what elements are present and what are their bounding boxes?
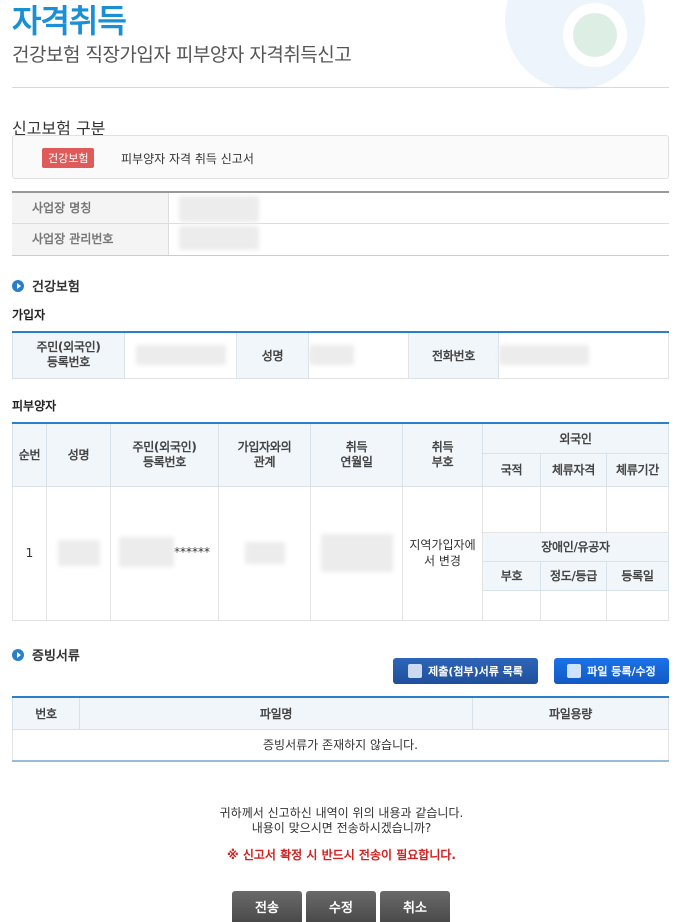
bullet-arrow-icon [12,279,24,292]
dep-grade-header: 정도/등급 [540,560,607,591]
cancel-button[interactable]: 취소 [380,891,450,922]
dep-relation-value [218,485,311,621]
dep-rrn-header: 주민(외국인) 등록번호 [110,422,219,487]
subscriber-phone-header: 전화번호 [408,331,499,379]
dep-stay-period-header: 체류기간 [606,452,669,487]
bullet-arrow-icon [12,648,24,661]
dep-seq-header: 순번 [12,422,47,487]
dep-stay-status-header: 체류자격 [540,452,607,487]
category-text: 피부양자 자격 취득 신고서 [121,152,254,166]
insurance-category-box: 건강보험 피부양자 자격 취득 신고서 [12,135,669,179]
evidence-table: 번호 파일명 파일용량 증빙서류가 존재하지 않습니다. [12,696,669,762]
dep-stay-period-value [606,485,669,533]
subscriber-name-value [308,331,409,379]
confirm-line-2: 내용이 맞으시면 전송하시겠습니까? [251,821,432,835]
dep-disability-header: 장애인/유공자 [482,531,669,562]
send-button[interactable]: 전송 [232,891,302,922]
page-header: 자격취득 건강보험 직장가입자 피부양자 자격취득신고 [0,0,683,90]
dep-acqcode-value: 지역가입자에서 변경 [402,485,483,621]
evidence-heading: 증빙서류 [12,645,80,664]
submitted-docs-list-label: 제출(첨부)서류 목록 [428,665,523,678]
dep-acqcode-header: 취득 부호 [402,422,483,487]
business-mgmt-row: 사업장 관리번호 [12,224,669,255]
page-subtitle: 건강보험 직장가입자 피부양자 자격취득신고 [12,44,352,66]
evidence-file-header: 파일명 [79,696,473,730]
dependent-heading: 피부양자 [12,399,57,413]
dep-code-value [482,589,541,621]
header-decoration-icon [505,0,645,90]
dep-seq-value: 1 [12,485,47,621]
confirm-warning: ※ 신고서 확정 시 반드시 전송이 필요합니다. [227,848,456,862]
submitted-docs-list-button[interactable]: 제출(첨부)서류 목록 [393,658,538,684]
page-title: 자격취득 [12,2,127,40]
subscriber-heading: 가입자 [12,308,46,322]
dependent-table: 순번 성명 주민(외국인) 등록번호 가입자와의 관계 취득 연월일 취득 부호… [12,422,669,621]
dep-nationality-header: 국적 [482,452,541,487]
dep-rrn-value: ****** [110,485,219,621]
dep-name-header: 성명 [46,422,111,487]
dep-regdate-value [606,589,669,621]
dep-stay-status-value [540,485,607,533]
health-heading-label: 건강보험 [32,280,80,295]
business-name-label: 사업장 명칭 [12,193,169,223]
business-info-table: 사업장 명칭 사업장 관리번호 [12,191,669,256]
edit-button[interactable]: 수정 [306,891,376,922]
upload-icon [567,664,582,678]
subscriber-table: 주민(외국인) 등록번호 성명 전화번호 [12,331,669,379]
business-name-row: 사업장 명칭 [12,193,669,224]
evidence-heading-label: 증빙서류 [32,649,80,664]
dep-grade-value [540,589,607,621]
document-list-icon [408,664,423,678]
evidence-no-header: 번호 [12,696,80,730]
dep-name-value [46,485,111,621]
evidence-empty-message: 증빙서류가 존재하지 않습니다. [12,728,669,762]
dep-rrn-masked: ****** [174,544,210,559]
dep-acqdate-header: 취득 연월일 [310,422,403,487]
business-mgmt-value [169,224,669,255]
subscriber-rrn-header: 주민(외국인) 등록번호 [12,331,125,379]
subscriber-name-header: 성명 [236,331,309,379]
insurance-badge: 건강보험 [42,148,95,168]
business-mgmt-label: 사업장 관리번호 [12,224,169,255]
dep-acqdate-value [310,485,403,621]
dep-code-header: 부호 [482,560,541,591]
header-divider [12,87,669,88]
dep-relation-header: 가입자와의 관계 [218,422,311,487]
file-upload-button[interactable]: 파일 등록/수정 [554,658,669,684]
evidence-size-header: 파일용량 [472,696,669,730]
health-insurance-heading: 건강보험 [12,276,80,295]
subscriber-rrn-value [124,331,237,379]
subscriber-phone-value [498,331,669,379]
dep-foreigner-header: 외국인 [482,422,669,454]
business-name-value [169,193,669,223]
file-upload-label: 파일 등록/수정 [587,665,656,678]
dep-regdate-header: 등록일 [606,560,669,591]
dep-nationality-value [482,485,541,533]
